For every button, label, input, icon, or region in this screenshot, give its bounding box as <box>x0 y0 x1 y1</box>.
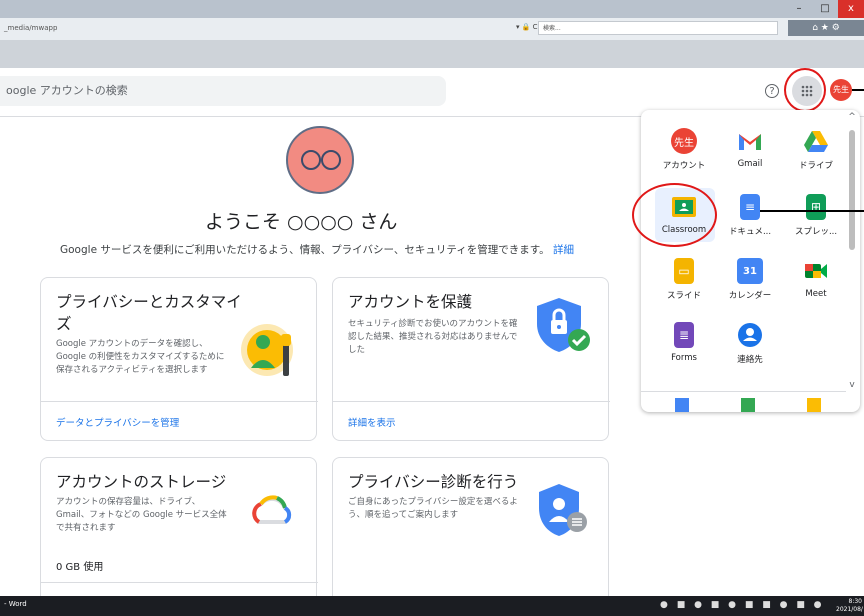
app-partial-icon <box>675 398 689 412</box>
contacts-icon <box>738 323 762 347</box>
privacy-card[interactable]: プライバシーとカスタマイズ Google アカウントのデータを確認し、Googl… <box>40 277 318 441</box>
scroll-down-icon[interactable]: v <box>846 380 858 390</box>
docs-icon: ≡ <box>740 194 760 220</box>
app-label: スライド <box>666 291 701 301</box>
security-card[interactable]: アカウントを保護 セキュリティ診断でお使いのアカウントを確認した結果、推奨される… <box>332 277 610 441</box>
annotation-line <box>760 210 864 212</box>
drive-icon <box>804 131 828 152</box>
welcome-subtitle: Google サービスを便利にご利用いただけるよう、情報、プライバシー、セキュリ… <box>60 242 574 257</box>
card-body: Google アカウントのデータを確認し、Google の利便性をカスタマイズす… <box>56 339 225 375</box>
shield-check-icon <box>537 298 590 352</box>
welcome-subtitle-text: Google サービスを便利にご利用いただけるよう、情報、プライバシー、セキュリ… <box>60 244 550 256</box>
card-title: プライバシー診断を行う <box>348 473 519 491</box>
avatar-eye-right <box>321 150 341 170</box>
app-label: 連絡先 <box>737 355 763 365</box>
card-body: アカウントの保存容量は、ドライブ、Gmail、フォトなどの Google サービ… <box>56 497 227 533</box>
app-partial-icon <box>741 398 755 412</box>
app-drive[interactable]: ドライブ <box>785 128 847 171</box>
app-partial-icon <box>807 398 821 412</box>
address-bar[interactable]: _media/mwapp <box>0 21 524 35</box>
app-label: アカウント <box>662 161 706 171</box>
details-link[interactable]: 詳細 <box>553 244 574 256</box>
card-title: アカウントのストレージ <box>56 473 227 491</box>
welcome-heading: ようこそ ○○○○ さん <box>205 211 398 233</box>
app-docs[interactable]: ≡ ドキュメ... <box>719 194 781 237</box>
meet-icon <box>805 264 827 278</box>
app-label: Gmail <box>737 159 763 169</box>
annotation-circle-apps <box>784 68 826 112</box>
app-account[interactable]: 先生 アカウント <box>653 128 715 171</box>
slides-icon: ▭ <box>674 258 694 284</box>
scroll-up-icon[interactable]: ^ <box>846 112 858 122</box>
taskbar-clock[interactable]: 8:30 2021/08/ <box>836 598 863 614</box>
tab-strip <box>0 40 864 68</box>
clock-date: 2021/08/ <box>836 606 863 613</box>
gmail-icon <box>739 134 761 150</box>
app-label: スプレッ... <box>794 227 838 237</box>
storage-usage: 0 GB 使用 <box>56 562 104 573</box>
address-bar-row: _media/mwapp ▾ 🔒 C 検索... <box>0 18 864 41</box>
maximize-button[interactable]: □ <box>812 0 838 18</box>
avatar-eye-left <box>301 150 321 170</box>
card-body: セキュリティ診断でお使いのアカウントを確認した結果、推奨される対応はありませんで… <box>348 319 518 355</box>
storage-card[interactable]: アカウントのストレージ アカウントの保存容量は、ドライブ、Gmail、フォトなど… <box>40 457 318 607</box>
card-divider <box>41 401 318 402</box>
account-avatar[interactable]: 先生 <box>830 79 852 101</box>
privacy-checkup-card[interactable]: プライバシー診断を行う ご自身にあったプライバシー設定を選べるよう、順を追ってご… <box>332 457 609 607</box>
app-label: ドライブ <box>798 161 833 171</box>
browser-search-input[interactable]: 検索... <box>538 21 778 35</box>
panel-divider <box>641 391 846 392</box>
browser-nav-icons[interactable]: ⌂ ★ ⚙ <box>788 20 864 36</box>
profile-avatar[interactable] <box>286 126 354 194</box>
card-body: ご自身にあったプライバシー設定を選べるよう、順を追ってご案内します <box>348 497 518 520</box>
card-title: プライバシーとカスタマイズ <box>56 293 242 333</box>
app-label: Meet <box>805 289 827 299</box>
tray-icons[interactable]: ● ■ ● ■ ● ■ ■ ● ■ ● <box>660 600 825 610</box>
annotation-line <box>852 89 864 91</box>
app-contacts[interactable]: 連絡先 <box>719 322 781 365</box>
minimize-button[interactable]: – <box>786 0 812 18</box>
clock-time: 8:30 <box>848 598 862 605</box>
app-gmail[interactable]: Gmail <box>719 128 781 169</box>
app-sheets[interactable]: ⊞ スプレッ... <box>785 194 847 237</box>
cloud-storage-icon <box>252 495 292 524</box>
help-icon[interactable]: ? <box>765 84 779 98</box>
app-label: ドキュメ... <box>728 227 772 237</box>
window-controls: – □ x <box>786 0 864 18</box>
app-label: Forms <box>671 353 697 363</box>
account-icon: 先生 <box>671 128 697 154</box>
sheets-icon: ⊞ <box>806 194 826 220</box>
account-search-input[interactable]: oogle アカウントの検索 <box>0 76 446 106</box>
forms-icon: ≣ <box>674 322 694 348</box>
taskbar-word-item[interactable]: - Word <box>4 600 27 608</box>
taskbar: - Word ● ■ ● ■ ● ■ ■ ● ■ ● 8:30 2021/08/ <box>0 596 864 616</box>
privacy-checkup-icon <box>539 484 587 536</box>
close-button[interactable]: x <box>838 0 864 18</box>
app-calendar[interactable]: 31 カレンダー <box>719 258 781 301</box>
card-title: アカウントを保護 <box>348 293 473 311</box>
app-slides[interactable]: ▭ スライド <box>653 258 715 301</box>
scroll-thumb[interactable] <box>849 130 855 250</box>
privacy-illustration-icon <box>241 324 293 376</box>
address-controls[interactable]: ▾ 🔒 C <box>516 23 538 31</box>
show-details-link[interactable]: 詳細を表示 <box>348 415 396 429</box>
card-divider <box>41 582 318 583</box>
app-label: カレンダー <box>728 291 772 301</box>
apps-panel: 先生 アカウント Gmail ドライブ Classroom ≡ ドキュメ... … <box>641 110 860 412</box>
annotation-circle-classroom <box>632 183 717 247</box>
app-forms[interactable]: ≣ Forms <box>653 322 715 363</box>
manage-privacy-link[interactable]: データとプライバシーを管理 <box>56 415 179 429</box>
calendar-icon: 31 <box>737 258 763 284</box>
window-titlebar <box>0 0 864 18</box>
card-divider <box>333 401 610 402</box>
app-meet[interactable]: Meet <box>785 258 847 299</box>
